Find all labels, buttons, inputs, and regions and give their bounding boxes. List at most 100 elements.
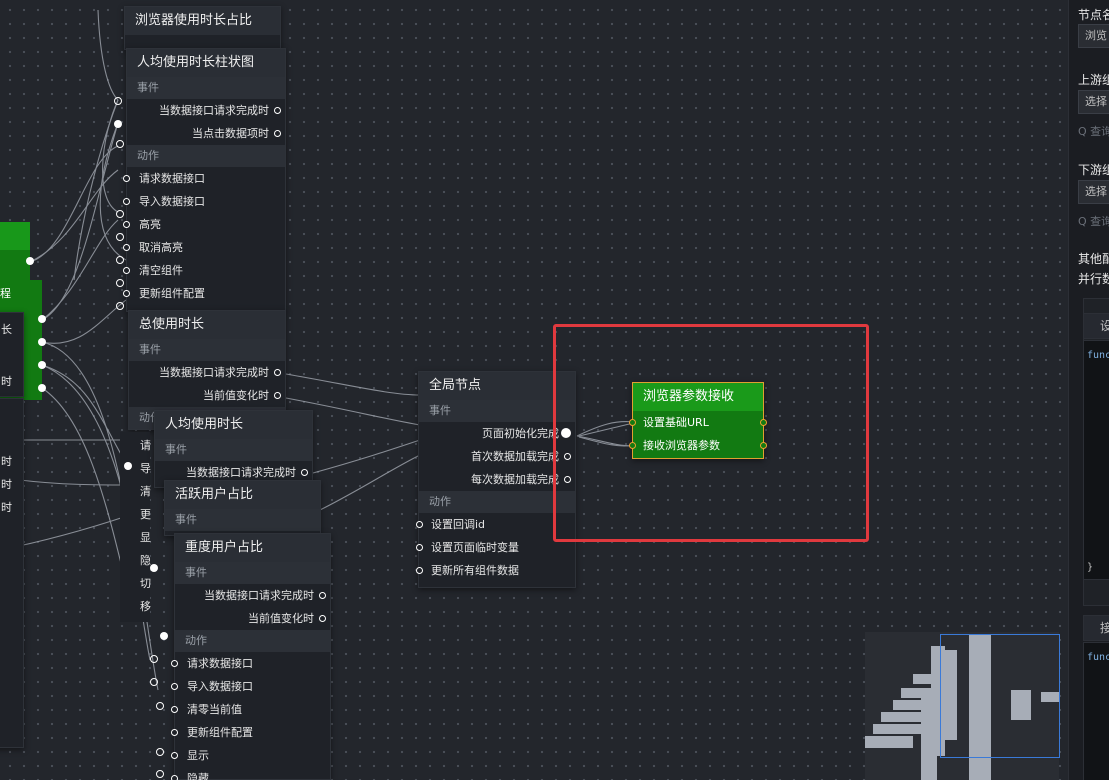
event-section-header: 事件 [129, 339, 285, 361]
port-dot[interactable] [116, 302, 124, 310]
port-dot[interactable] [38, 338, 46, 346]
port-dot[interactable] [114, 120, 122, 128]
output-port[interactable] [301, 469, 308, 476]
downstream-select[interactable]: 选择 [1078, 180, 1109, 204]
code-line: } [1087, 562, 1094, 573]
port-dot[interactable] [156, 748, 164, 756]
left-edge-label: 时 [1, 455, 12, 468]
action-row[interactable]: 请求数据接口 [123, 167, 285, 190]
event-row[interactable]: 当数据接口请求完成时 [175, 584, 330, 607]
port-dot[interactable] [150, 655, 158, 663]
output-port[interactable] [319, 592, 326, 599]
port-dot[interactable] [156, 770, 164, 778]
event-row[interactable]: 当数据接口请求完成时 [127, 99, 285, 122]
input-port[interactable] [171, 775, 178, 780]
action-row[interactable]: 更新所有组件数据 [416, 559, 575, 582]
action-row[interactable]: 请求数据接口 [171, 652, 330, 675]
left-partial-node-2[interactable]: 时 时 时 [0, 398, 24, 748]
minimap-viewport[interactable] [940, 634, 1060, 758]
node-per-capita[interactable]: 人均使用时长 事件 当数据接口请求完成时 [154, 410, 313, 488]
input-port[interactable] [171, 683, 178, 690]
flow-canvas[interactable]: 长 时 程 时 时 时 浏览器使用时长占比 人均使用时长柱状图 事件 当数据接口… [0, 0, 1068, 780]
action-section-header: 动作 [175, 630, 330, 652]
input-port[interactable] [123, 198, 130, 205]
downstream-search-hint[interactable]: Q 查询 [1078, 213, 1109, 229]
input-port[interactable] [416, 567, 423, 574]
action-row[interactable]: 导入数据接口 [123, 190, 285, 213]
minimap[interactable] [865, 632, 1060, 780]
port-dot[interactable] [38, 384, 46, 392]
node-title: 浏览器使用时长占比 [125, 7, 280, 35]
input-port[interactable] [171, 660, 178, 667]
input-port[interactable] [123, 267, 130, 274]
port-dot[interactable] [150, 678, 158, 686]
node-active-users[interactable]: 活跃用户占比 事件 [164, 480, 321, 536]
action-row[interactable]: 清空组件 [123, 259, 285, 282]
port-dot[interactable] [124, 462, 132, 470]
port-dot[interactable] [116, 233, 124, 241]
input-port[interactable] [171, 706, 178, 713]
action-row[interactable]: 设置回调id [416, 513, 575, 536]
port-dot[interactable] [116, 256, 124, 264]
output-port[interactable] [274, 130, 281, 137]
output-port[interactable] [274, 369, 281, 376]
event-row[interactable]: 当前值变化时 [175, 607, 330, 630]
port-dot[interactable] [156, 702, 164, 710]
left-partial-node[interactable]: 长 时 [0, 312, 24, 397]
input-port[interactable] [416, 521, 423, 528]
action-row[interactable]: 隐藏 [171, 767, 330, 780]
action-row[interactable]: 更新组件配置 [171, 721, 330, 744]
event-row[interactable]: 页面初始化完成 [419, 422, 575, 445]
input-port[interactable] [171, 729, 178, 736]
port-dot[interactable] [116, 140, 124, 148]
selection-highlight [553, 324, 869, 542]
input-port[interactable] [123, 221, 130, 228]
event-row[interactable]: 每次数据加载完成 [419, 468, 575, 491]
port-dot[interactable] [114, 97, 122, 105]
port-dot[interactable] [38, 361, 46, 369]
action-row[interactable]: 更新组件配置 [123, 282, 285, 305]
upstream-select[interactable]: 选择 [1078, 90, 1109, 114]
port-dot[interactable] [116, 279, 124, 287]
truncated-label: 切 [140, 577, 151, 590]
node-per-capita-bar[interactable]: 人均使用时长柱状图 事件 当数据接口请求完成时 当点击数据项时 动作 请求数据接… [123, 48, 286, 312]
action-row[interactable]: 导入数据接口 [171, 675, 330, 698]
port-dot[interactable] [116, 210, 124, 218]
action-row[interactable]: 高亮 [123, 213, 285, 236]
input-port[interactable] [123, 290, 130, 297]
event-section-header: 事件 [175, 562, 330, 584]
event-section-header: 事件 [155, 439, 312, 461]
output-port[interactable] [274, 392, 281, 399]
port-dot[interactable] [150, 564, 158, 572]
tab-settings[interactable]: 设 [1083, 313, 1109, 339]
upstream-search-hint[interactable]: Q 查询 [1078, 123, 1109, 139]
tab-receive[interactable]: 接 [1083, 615, 1109, 641]
event-row[interactable]: 当数据接口请求完成时 [129, 361, 285, 384]
action-row[interactable]: 显示 [171, 744, 330, 767]
code-editor[interactable] [1083, 340, 1109, 580]
input-port[interactable] [171, 752, 178, 759]
node-browser-share[interactable]: 浏览器使用时长占比 [124, 6, 281, 50]
port-dot[interactable] [38, 315, 46, 323]
upstream-label: 上游组 [1078, 73, 1109, 87]
event-row[interactable]: 当前值变化时 [129, 384, 285, 407]
node-heavy-users[interactable]: 重度用户占比 事件 当数据接口请求完成时 当前值变化时 动作 请求数据接口 导入… [171, 533, 331, 780]
event-section-header: 事件 [127, 77, 285, 99]
port-dot[interactable] [160, 632, 168, 640]
event-row[interactable]: 首次数据加载完成 [419, 445, 575, 468]
input-port[interactable] [123, 175, 130, 182]
node-name-input[interactable]: 浏览 [1078, 24, 1109, 48]
port-dot[interactable] [26, 257, 34, 265]
output-port[interactable] [319, 615, 326, 622]
action-row[interactable]: 清零当前值 [171, 698, 330, 721]
left-edge-label: 时 [1, 501, 12, 514]
output-port[interactable] [274, 107, 281, 114]
event-row[interactable]: 当点击数据项时 [127, 122, 285, 145]
left-green-node-body[interactable] [0, 250, 30, 280]
left-green-node-header[interactable] [0, 222, 30, 250]
input-port[interactable] [416, 544, 423, 551]
node-title: 重度用户占比 [175, 534, 330, 562]
action-row[interactable]: 取消高亮 [123, 236, 285, 259]
input-port[interactable] [123, 244, 130, 251]
action-row[interactable]: 设置页面临时变量 [416, 536, 575, 559]
